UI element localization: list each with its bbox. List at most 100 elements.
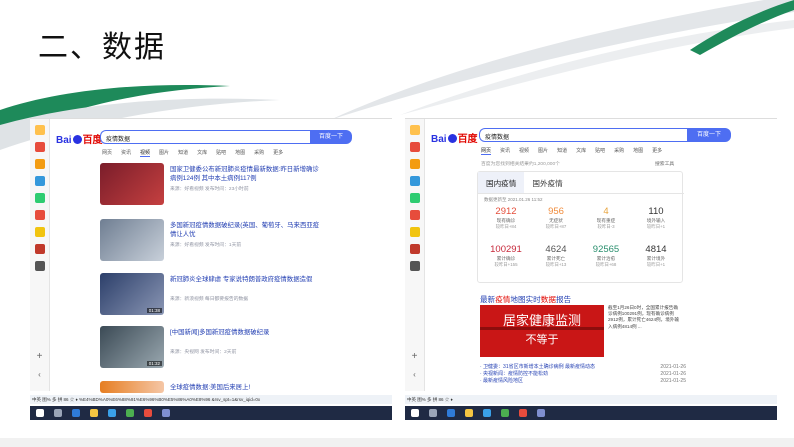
edge-icon[interactable] (447, 409, 455, 417)
tool-icon[interactable] (34, 261, 45, 271)
news-title[interactable]: · 卫健委：31省区市新增本土确诊病例 最新疫情动态 (480, 364, 595, 371)
news-icon[interactable] (409, 244, 420, 254)
result-title[interactable]: 国家卫健委公布新冠肺炎疫情最新数据:昨日新增确诊病例124例 其中本土病例117… (170, 165, 320, 183)
news-icon[interactable] (34, 244, 45, 254)
collapse-icon[interactable]: ‹ (405, 370, 424, 379)
search-input[interactable]: 疫情数据 (100, 130, 310, 144)
list-item[interactable]: 01:38 新冠肺炎全球肆虐 专家说特朗普政府疫情数据造假 来源：新浪视频 每日… (100, 273, 320, 319)
search-button[interactable]: 百度一下 (687, 128, 731, 142)
wechat-icon[interactable] (409, 193, 420, 203)
search-tab[interactable]: 地图 (235, 149, 245, 157)
add-icon[interactable]: + (405, 351, 424, 362)
search-tab[interactable]: 图片 (538, 147, 548, 155)
browser-icon[interactable] (126, 409, 134, 417)
search-tab[interactable]: 采购 (614, 147, 624, 155)
tab-foreign[interactable]: 国外疫情 (524, 172, 570, 193)
stat-value: 100291 (490, 244, 522, 255)
news-item[interactable]: · 卫健委：31省区市新增本土确诊病例 最新疫情动态 2021-01-26 (480, 364, 686, 371)
stat-delta: 较昨日+1 (646, 262, 666, 267)
result-title[interactable]: [中国新闻]多国新冠疫情数据破纪录 (170, 328, 320, 337)
browser-icon[interactable] (501, 409, 509, 417)
windows-start-icon[interactable] (411, 409, 419, 417)
star-icon[interactable] (409, 125, 420, 135)
weibo-icon[interactable] (409, 142, 420, 152)
health-banner-image[interactable]: 居家健康监测 不等于 (480, 305, 604, 357)
video-thumbnail[interactable]: 01:32 (100, 326, 164, 368)
logo-du: 百度 (457, 134, 478, 145)
wechat-icon[interactable] (34, 193, 45, 203)
folder-icon[interactable] (465, 409, 473, 417)
search-tab[interactable]: 知道 (178, 149, 188, 157)
video-thumbnail[interactable] (100, 219, 164, 261)
taobao-icon[interactable] (34, 159, 45, 169)
search-tab[interactable]: 文库 (576, 147, 586, 155)
windows-start-icon[interactable] (36, 409, 44, 417)
search-tab[interactable]: 图片 (159, 149, 169, 157)
video-thumbnail[interactable] (100, 163, 164, 205)
tab-domestic[interactable]: 国内疫情 (478, 172, 525, 193)
result-meta: 来源：央视网 发布时间：2天前 (170, 350, 237, 355)
address-bar[interactable]: 中英 图% 多 拼 86 ☆ ♦ (405, 395, 777, 404)
search-tab[interactable]: 网页 (481, 147, 492, 155)
video-icon[interactable] (34, 210, 45, 220)
store-icon[interactable] (483, 409, 491, 417)
app-icon[interactable] (519, 409, 527, 417)
chat-icon[interactable] (537, 409, 545, 417)
chat-icon[interactable] (162, 409, 170, 417)
search-icon[interactable] (429, 409, 437, 417)
search-input[interactable]: 疫情数据 (479, 128, 687, 142)
taobao-icon[interactable] (409, 159, 420, 169)
tool-icon[interactable] (409, 261, 420, 271)
search-tab[interactable]: 知道 (557, 147, 567, 155)
stat-delta: 较昨日+155 (494, 262, 518, 267)
game-icon[interactable] (409, 227, 420, 237)
app-icon[interactable] (144, 409, 152, 417)
search-tab[interactable]: 贴吧 (216, 149, 226, 157)
news-title[interactable]: · 最新疫情风险地区 (480, 378, 523, 385)
address-bar[interactable]: 中英 图% 多 拼 86 ☆ ♦ %E4%BD%A0%E6%88%91%E6%9… (30, 395, 392, 404)
video-thumbnail[interactable] (100, 381, 164, 393)
folder-icon[interactable] (90, 409, 98, 417)
weibo-icon[interactable] (34, 142, 45, 152)
game-icon[interactable] (34, 227, 45, 237)
result-title[interactable]: 多国新冠疫情数据破纪录(英国、葡萄牙、马来西亚疫情让人忧 (170, 221, 320, 239)
search-icon[interactable] (54, 409, 62, 417)
search-tab[interactable]: 视频 (519, 147, 529, 155)
star-icon[interactable] (34, 125, 45, 135)
search-tools-button[interactable]: 搜索工具 (655, 160, 674, 167)
news-item[interactable]: · 央视新闻：疫情防控不能松劲 2021-01-26 (480, 371, 686, 378)
news-title[interactable]: · 央视新闻：疫情防控不能松劲 (480, 371, 548, 378)
search-tab[interactable]: 视频 (140, 149, 151, 157)
news-item[interactable]: · 最新疫情风险地区 2021-01-25 (480, 378, 686, 385)
list-item[interactable]: 全球疫情数据:美国后来居上! (100, 381, 320, 395)
result-title[interactable]: 全球疫情数据:美国后来居上! (170, 383, 320, 392)
search-tab[interactable]: 采购 (254, 149, 264, 157)
search-tab[interactable]: 资讯 (500, 147, 510, 155)
search-tab[interactable]: 更多 (652, 147, 662, 155)
stat-value: 110 (648, 206, 664, 217)
search-tab[interactable]: 地图 (633, 147, 643, 155)
list-item[interactable]: 多国新冠疫情数据破纪录(英国、葡萄牙、马来西亚疫情让人忧 来源：好看视频 发布时… (100, 219, 320, 265)
store-icon[interactable] (108, 409, 116, 417)
search-tab[interactable]: 贴吧 (595, 147, 605, 155)
list-item[interactable]: 01:32 [中国新闻]多国新冠疫情数据破纪录 来源：央视网 发布时间：2天前 (100, 326, 320, 372)
map-report-link[interactable]: 最新疫情地图实时数据报告 (480, 294, 571, 305)
result-title[interactable]: 新冠肺炎全球肆虐 专家说特朗普政府疫情数据造假 (170, 275, 320, 284)
video-icon[interactable] (409, 210, 420, 220)
edge-icon[interactable] (72, 409, 80, 417)
app-icon[interactable] (409, 176, 420, 186)
baidu-logo[interactable]: Bai 百度 (431, 130, 478, 145)
add-icon[interactable]: + (30, 351, 49, 362)
collapse-icon[interactable]: ‹ (30, 370, 49, 379)
search-tab[interactable]: 文库 (197, 149, 207, 157)
search-tab[interactable]: 网页 (102, 149, 112, 157)
baidu-logo[interactable]: Bai 百度 (56, 131, 103, 146)
right-browser-screenshot: + ‹ Bai 百度 疫情数据 百度一下 网页 资讯 视频 图片 知道 文库 贴吧 采购 地图 更多… (405, 118, 777, 418)
search-tab[interactable]: 资讯 (121, 149, 131, 157)
app-icon[interactable] (34, 176, 45, 186)
list-item[interactable]: 国家卫健委公布新冠肺炎疫情最新数据:昨日新增确诊病例124例 其中本土病例117… (100, 163, 320, 209)
search-tab[interactable]: 更多 (273, 149, 283, 157)
search-button[interactable]: 百度一下 (310, 130, 352, 144)
video-thumbnail[interactable]: 01:38 (100, 273, 164, 315)
news-date: 2021-01-26 (660, 371, 686, 377)
